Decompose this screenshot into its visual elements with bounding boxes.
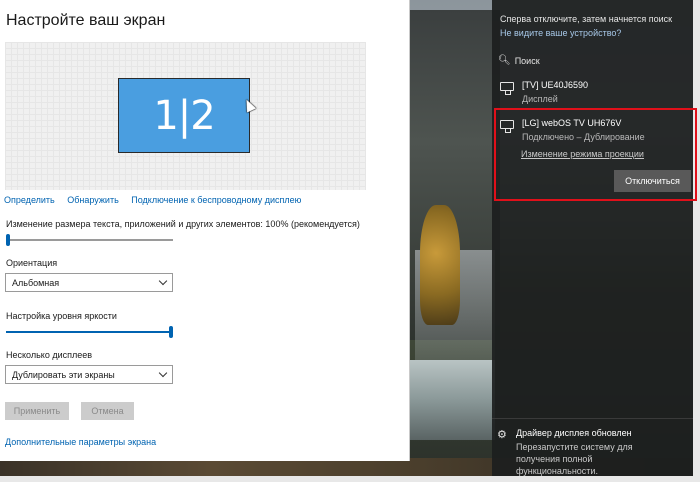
change-projection-mode-link[interactable]: Изменение режима проекции [521,149,644,159]
notification-title: Драйвер дисплея обновлен [516,428,632,438]
chevron-down-icon [158,276,168,286]
brightness-slider-thumb[interactable] [169,326,173,338]
wireless-display-link[interactable]: Подключение к беспроводному дисплею [131,195,301,205]
identify-link[interactable]: Определить [4,195,55,205]
wallpaper-tree [420,205,460,325]
display-settings-window: Настройте ваш экран 1|2 Определить Обнар… [0,0,410,461]
multi-display-label: Несколько дисплеев [6,350,93,360]
device-status: Дисплей [522,94,558,104]
detect-link[interactable]: Обнаружить [67,195,119,205]
brightness-slider-fill [6,331,171,333]
brightness-slider[interactable] [6,326,173,338]
multi-display-dropdown[interactable]: Дублировать эти экраны [5,365,173,384]
panel-header: Сперва отключите, затем начнется поиск Н… [500,12,690,40]
search-icon: 🔍︎ [498,55,511,66]
gear-icon: ⚙︎ [497,429,507,441]
connect-panel: Сперва отключите, затем начнется поиск Н… [492,0,693,476]
chevron-down-icon [158,368,168,378]
scale-slider-track [6,239,173,241]
brightness-label: Настройка уровня яркости [6,311,117,321]
page-title: Настройте ваш экран [6,12,166,29]
monitor-icon [500,82,514,95]
search-row[interactable]: 🔍︎ Поиск [498,55,540,66]
notification-divider [492,418,693,419]
multi-display-value: Дублировать эти экраны [12,370,115,380]
orientation-label: Ориентация [6,258,58,268]
orientation-dropdown[interactable]: Альбомная [5,273,173,292]
orientation-value: Альбомная [12,278,60,288]
notification-body: Перезапустите систему для получения полн… [516,442,633,476]
scale-label: Изменение размера текста, приложений и д… [6,219,360,229]
apply-button[interactable]: Применить [5,402,69,420]
not-seeing-device-link[interactable]: Не видите ваше устройство? [500,26,690,40]
screen-frame-right [693,0,700,482]
monitor-tile-1-2[interactable]: 1|2 [118,78,250,153]
scale-slider[interactable] [6,234,173,246]
cancel-button[interactable]: Отмена [81,402,134,420]
monitor-number-label: 1|2 [153,92,215,139]
disconnect-button[interactable]: Отключиться [614,170,691,192]
scale-slider-thumb[interactable] [6,234,10,246]
wallpaper-water [410,360,495,440]
display-links: Определить Обнаружить Подключение к бесп… [4,195,311,205]
search-label: Поиск [514,55,540,66]
device-name: [TV] UE40J6590 [522,80,589,90]
panel-header-text: Сперва отключите, затем начнется поиск [500,14,673,24]
device-item-tv-ue40j6590[interactable]: [TV] UE40J6590 Дисплей [500,80,688,110]
advanced-display-settings-link[interactable]: Дополнительные параметры экрана [5,437,156,447]
